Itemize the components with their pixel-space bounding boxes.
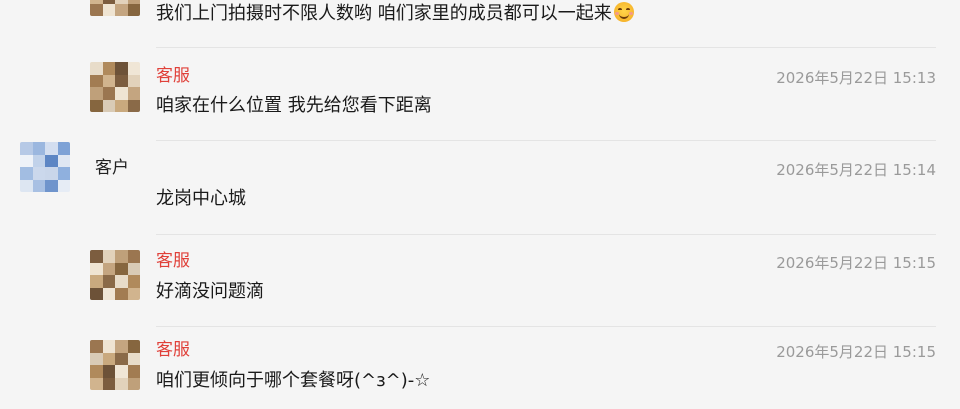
avatar-mosaic-tile [127,62,140,75]
message-text: 我们上门拍摄时不限人数哟 咱们家里的成员都可以一起来 [156,1,634,27]
message-text: 好滴没问题滴 [156,281,264,302]
avatar-mosaic-tile [127,275,140,288]
avatar[interactable] [90,250,140,300]
avatar-mosaic-tile [90,3,103,16]
avatar-mosaic-tile [57,142,70,155]
avatar-mosaic-tile [115,87,128,100]
avatar-mosaic-tile [115,3,128,16]
avatar-mosaic-tile [102,87,115,100]
avatar-mosaic-tile [102,250,115,263]
avatar-mosaic-tile [127,99,140,112]
avatar-mosaic-tile [127,377,140,390]
avatar-mosaic-tile [115,74,128,87]
avatar-mosaic-tile [102,352,115,365]
avatar-mosaic-tile [115,275,128,288]
message-timestamp: 2026年5月22日 15:15 [776,254,936,272]
avatar-mosaic-tile [90,377,103,390]
avatar-mosaic-tile [115,377,128,390]
avatar-mosaic-tile [20,154,33,167]
avatar[interactable] [90,62,140,112]
avatar-mosaic-tile [20,167,33,180]
avatar-mosaic-tile [102,275,115,288]
avatar-mosaic-tile [115,340,128,353]
avatar-mosaic-tile [102,377,115,390]
avatar-mosaic-tile [127,287,140,300]
message-text-content: 我们上门拍摄时不限人数哟 咱们家里的成员都可以一起来 [156,3,612,24]
avatar-mosaic-tile [90,62,103,75]
avatar-mosaic-tile [90,87,103,100]
avatar[interactable] [90,340,140,390]
avatar-mosaic-tile [127,74,140,87]
message-text: 龙岗中心城 [156,188,246,209]
avatar-mosaic-tile [102,262,115,275]
avatar-mosaic-tile [102,62,115,75]
message-timestamp: 2026年5月22日 15:14 [776,161,936,179]
message-divider [156,326,936,327]
avatar-mosaic-tile [57,167,70,180]
avatar-mosaic-tile [32,142,45,155]
avatar-mosaic-tile [127,365,140,378]
avatar[interactable] [90,0,140,16]
avatar-mosaic-tile [45,179,58,192]
avatar-mosaic-tile [127,250,140,263]
chat-history: 我们上门拍摄时不限人数哟 咱们家里的成员都可以一起来 客服 2026年5月22日… [0,0,960,409]
sender-name: 客户 [95,158,129,178]
sender-name: 客服 [156,251,190,271]
avatar-mosaic-tile [102,365,115,378]
avatar-mosaic-tile [32,179,45,192]
avatar-mosaic-tile [90,262,103,275]
avatar-mosaic-tile [20,179,33,192]
message-divider [156,140,936,141]
message-text: 咱家在什么位置 我先给您看下距离 [156,95,432,116]
avatar-mosaic-tile [45,142,58,155]
avatar-mosaic-tile [115,262,128,275]
message-divider [156,234,936,235]
avatar-mosaic-tile [90,365,103,378]
avatar-mosaic-tile [90,250,103,263]
avatar-mosaic-tile [102,74,115,87]
avatar-mosaic-tile [115,250,128,263]
avatar-mosaic-tile [127,3,140,16]
avatar-mosaic-tile [115,99,128,112]
smiling-face-icon [613,2,634,22]
sender-name: 客服 [156,66,190,86]
avatar-mosaic-tile [115,352,128,365]
avatar-mosaic-tile [102,287,115,300]
avatar-mosaic-tile [127,262,140,275]
avatar-mosaic-tile [32,167,45,180]
message-text: 咱们更倾向于哪个套餐呀(^з^)-☆ [156,370,431,391]
message-timestamp: 2026年5月22日 15:15 [776,343,936,361]
avatar-mosaic-tile [90,74,103,87]
avatar-mosaic-tile [45,154,58,167]
avatar-mosaic-tile [90,287,103,300]
avatar-mosaic-tile [115,287,128,300]
avatar-mosaic-tile [57,154,70,167]
avatar-mosaic-tile [102,99,115,112]
avatar-mosaic-tile [90,340,103,353]
avatar-mosaic-tile [45,167,58,180]
avatar-mosaic-tile [127,87,140,100]
avatar-mosaic-tile [32,154,45,167]
message-timestamp: 2026年5月22日 15:13 [776,69,936,87]
avatar-mosaic-tile [115,62,128,75]
avatar-mosaic-tile [90,352,103,365]
avatar-mosaic-tile [127,352,140,365]
avatar-mosaic-tile [102,3,115,16]
avatar-mosaic-tile [127,340,140,353]
avatar[interactable] [20,142,70,192]
sender-name: 客服 [156,340,190,360]
avatar-mosaic-tile [115,365,128,378]
avatar-mosaic-tile [90,99,103,112]
avatar-mosaic-tile [57,179,70,192]
avatar-mosaic-tile [90,275,103,288]
avatar-mosaic-tile [102,340,115,353]
avatar-mosaic-tile [20,142,33,155]
message-divider [156,47,936,48]
